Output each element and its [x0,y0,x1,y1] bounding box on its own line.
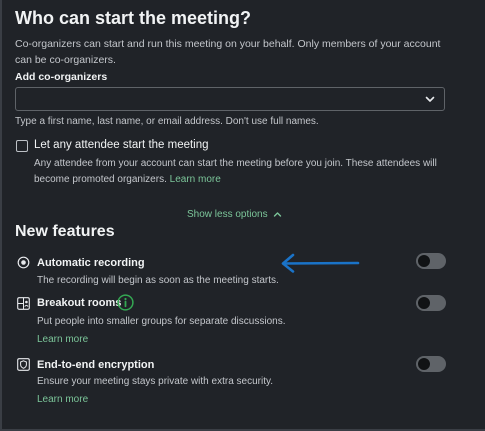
attendee-start-label[interactable]: Let any attendee start the meeting [34,139,209,151]
section-title: Who can start the meeting? [15,8,252,28]
feature-desc-recording: The recording will begin as soon as the … [37,275,279,286]
left-divider [0,0,2,431]
attendee-start-learn-more-link[interactable]: Learn more [170,174,221,185]
feature-title-recording: Automatic recording [37,257,145,269]
coorganizers-label: Add co-organizers [15,71,108,83]
feature-desc-breakout: Put people into smaller groups for separ… [37,316,286,327]
encryption-learn-more-link[interactable]: Learn more [37,394,88,405]
features-title: New features [15,223,115,240]
coorganizers-hint: Type a first name, last name, or email a… [15,116,319,127]
chevron-down-icon [425,96,435,102]
arrow-left-icon [281,253,360,273]
chevron-up-icon [273,212,281,217]
toggle-knob [418,297,430,309]
breakout-rooms-toggle[interactable] [416,295,446,311]
breakout-learn-more-link[interactable]: Learn more [37,334,88,345]
attendee-start-checkbox[interactable] [16,140,28,152]
attendee-start-description: Any attendee from your account can start… [34,156,454,188]
section-description: Co-organizers can start and run this mee… [15,38,441,66]
record-icon [17,256,30,269]
feature-title-encryption: End-to-end encryption [37,359,155,371]
shield-icon [17,358,30,371]
show-less-options-label: Show less options [187,209,268,220]
coorganizers-select[interactable] [15,87,445,111]
automatic-recording-toggle[interactable] [416,253,446,269]
toggle-knob [418,358,430,370]
show-less-options-button[interactable]: Show less options [187,209,282,220]
feature-desc-encryption: Ensure your meeting stays private with e… [37,376,274,387]
breakout-rooms-icon [17,297,30,310]
feature-title-breakout: Breakout rooms [37,297,122,309]
attendee-start-description-text: Any attendee from your account can start… [34,158,437,185]
toggle-knob [418,255,430,267]
encryption-toggle[interactable] [416,356,446,372]
info-icon[interactable] [117,294,134,311]
